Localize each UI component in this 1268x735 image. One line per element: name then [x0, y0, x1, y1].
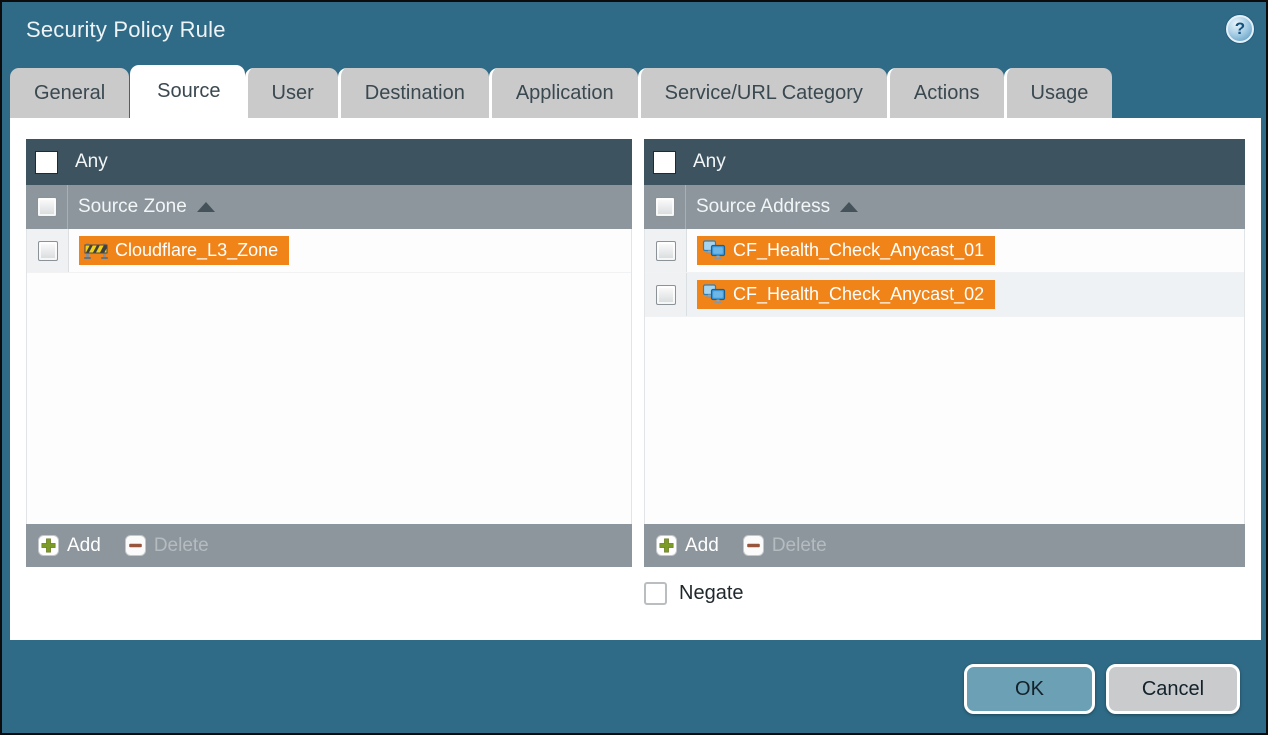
source-zone-list: Cloudflare_L3_Zone: [26, 229, 632, 524]
tab-user[interactable]: User: [245, 68, 338, 118]
row-checkbox-cell: [645, 273, 687, 316]
tab-usage[interactable]: Usage: [1004, 68, 1113, 118]
negate-checkbox[interactable]: [644, 582, 667, 605]
source-address-any-checkbox[interactable]: [653, 151, 676, 174]
table-row[interactable]: Cloudflare_L3_Zone: [27, 229, 631, 273]
address-icon: [702, 284, 726, 305]
address-entry-label: CF_Health_Check_Anycast_02: [733, 284, 984, 305]
source-address-add-button[interactable]: Add: [656, 535, 719, 557]
source-zone-any-label: Any: [75, 151, 108, 173]
row-checkbox-cell: [27, 229, 69, 272]
delete-button-label: Delete: [154, 535, 209, 557]
add-icon: [656, 535, 677, 556]
security-policy-rule-dialog: Security Policy Rule ? General Source Us…: [0, 0, 1268, 735]
delete-icon: [743, 535, 764, 556]
source-zone-delete-button[interactable]: Delete: [125, 535, 209, 557]
tab-actions[interactable]: Actions: [887, 68, 1004, 118]
source-address-select-all-checkbox[interactable]: [655, 197, 675, 217]
source-address-select-all-cell: [644, 185, 686, 229]
negate-label: Negate: [679, 582, 744, 605]
sort-ascending-icon[interactable]: [197, 202, 215, 212]
source-address-column-label: Source Address: [696, 196, 830, 218]
address-entry-anycast-01[interactable]: CF_Health_Check_Anycast_01: [697, 236, 995, 265]
source-zone-any-checkbox[interactable]: [35, 151, 58, 174]
delete-icon: [125, 535, 146, 556]
source-zone-any-header: Any: [26, 139, 632, 185]
row-checkbox[interactable]: [656, 241, 676, 261]
negate-option: Negate: [644, 582, 744, 605]
address-icon: [702, 240, 726, 261]
table-row[interactable]: CF_Health_Check_Anycast_02: [645, 273, 1244, 317]
source-address-any-label: Any: [693, 151, 726, 173]
tab-service-url-category[interactable]: Service/URL Category: [638, 68, 887, 118]
source-zone-add-button[interactable]: Add: [38, 535, 101, 557]
tab-application[interactable]: Application: [489, 68, 638, 118]
source-zone-select-all-checkbox[interactable]: [37, 197, 57, 217]
zone-icon: [84, 242, 108, 260]
row-checkbox[interactable]: [38, 241, 58, 261]
dialog-title: Security Policy Rule: [26, 17, 226, 43]
source-zone-column-label: Source Zone: [78, 196, 187, 218]
source-address-delete-button[interactable]: Delete: [743, 535, 827, 557]
source-address-any-header: Any: [644, 139, 1245, 185]
address-entry-label: CF_Health_Check_Anycast_01: [733, 240, 984, 261]
add-button-label: Add: [685, 535, 719, 557]
tab-destination[interactable]: Destination: [338, 68, 489, 118]
source-address-list: CF_Health_Check_Anycast_01: [644, 229, 1245, 524]
delete-button-label: Delete: [772, 535, 827, 557]
source-zone-select-all-cell: [26, 185, 68, 229]
zone-entry-label: Cloudflare_L3_Zone: [115, 240, 278, 261]
ok-button[interactable]: OK: [964, 664, 1095, 714]
tab-general[interactable]: General: [10, 68, 129, 118]
source-zone-footer: Add Delete: [26, 524, 632, 567]
add-button-label: Add: [67, 535, 101, 557]
source-address-footer: Add Delete: [644, 524, 1245, 567]
row-checkbox[interactable]: [656, 285, 676, 305]
tab-source[interactable]: Source: [130, 65, 244, 118]
source-tab-content: Any Source Zone: [10, 118, 1261, 640]
add-icon: [38, 535, 59, 556]
help-icon[interactable]: ?: [1226, 15, 1254, 43]
cancel-button[interactable]: Cancel: [1106, 664, 1240, 714]
source-address-column-header[interactable]: Source Address: [644, 185, 1245, 229]
table-row[interactable]: CF_Health_Check_Anycast_01: [645, 229, 1244, 273]
source-zone-panel: Any Source Zone: [26, 139, 632, 567]
zone-entry-cloudflare-l3-zone[interactable]: Cloudflare_L3_Zone: [79, 236, 289, 265]
row-checkbox-cell: [645, 229, 687, 272]
sort-ascending-icon[interactable]: [840, 202, 858, 212]
source-address-panel: Any Source Address: [644, 139, 1245, 567]
source-zone-column-header[interactable]: Source Zone: [26, 185, 632, 229]
tab-bar: General Source User Destination Applicat…: [10, 65, 1112, 118]
address-entry-anycast-02[interactable]: CF_Health_Check_Anycast_02: [697, 280, 995, 309]
